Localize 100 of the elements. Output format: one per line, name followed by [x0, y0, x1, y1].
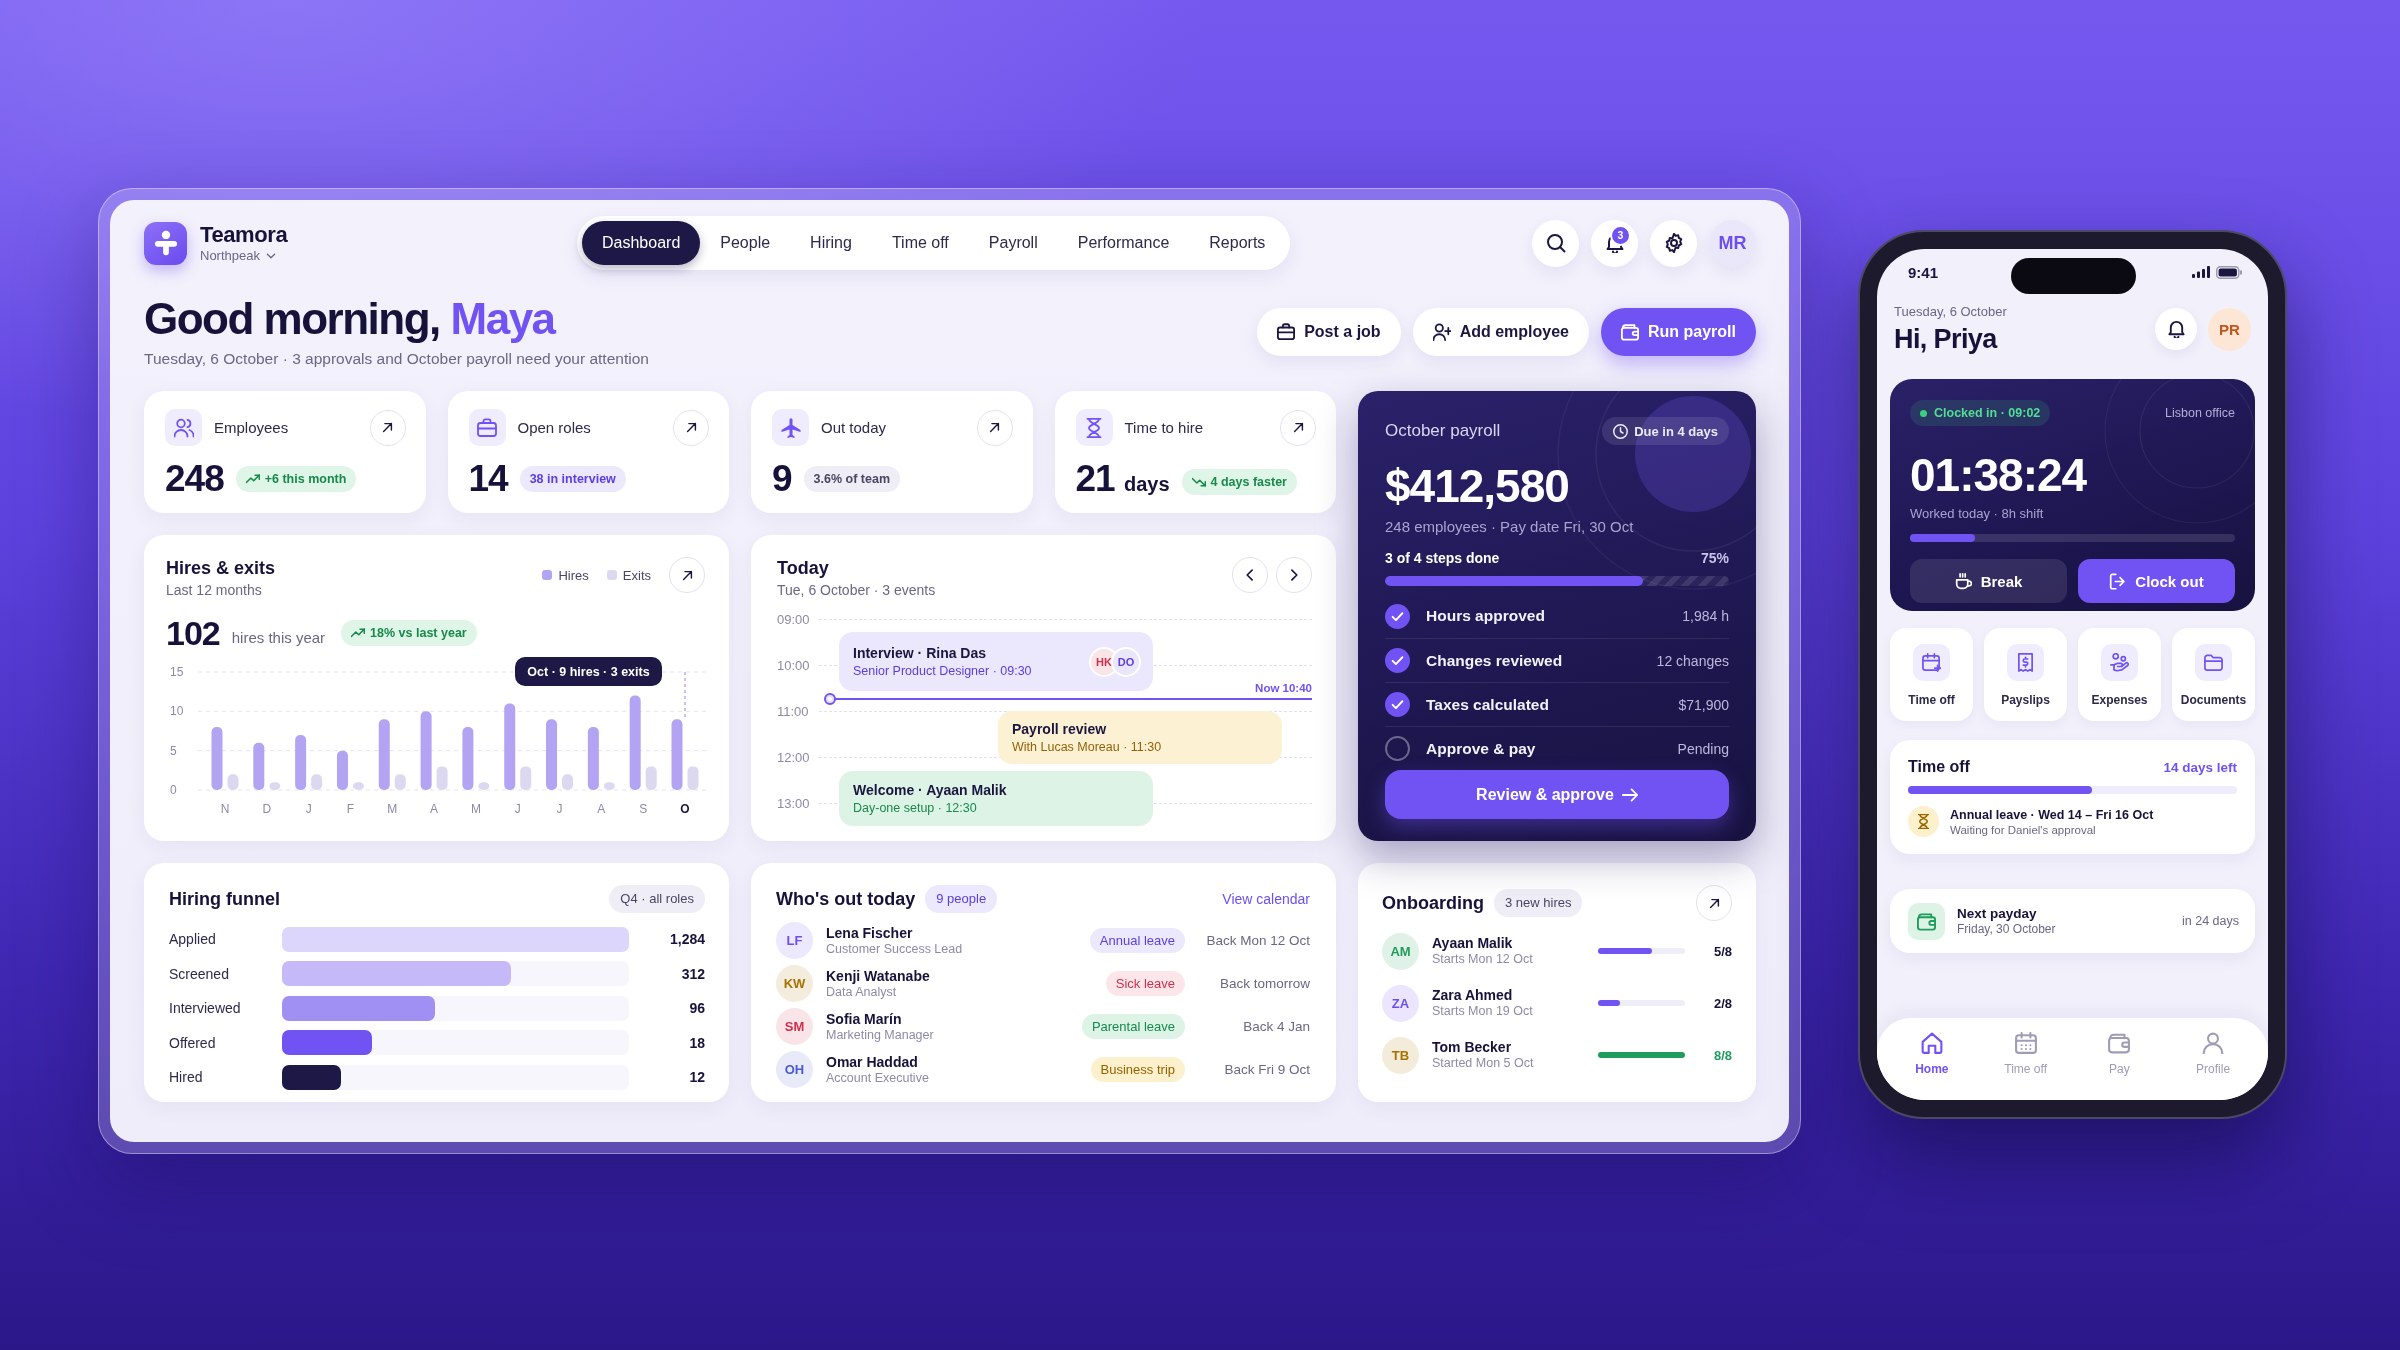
- return-date: Back tomorrow: [1218, 976, 1310, 991]
- step-label: Taxes calculated: [1426, 695, 1549, 714]
- calendar-event[interactable]: Interview · Rina Das Senior Product Designer · 09:30 HK DO: [839, 632, 1153, 691]
- chart-bar: [295, 734, 307, 790]
- stage-label: Applied: [169, 931, 217, 948]
- user-avatar[interactable]: MR: [1709, 219, 1756, 267]
- action-button[interactable]: Add employee: [1412, 307, 1589, 356]
- step-value: 1,984 h: [1682, 608, 1729, 624]
- tab-item[interactable]: Home: [1885, 1018, 1979, 1100]
- view-calendar-link[interactable]: View calendar: [1222, 891, 1310, 907]
- payday-date: Friday, 30 October: [1957, 922, 2056, 937]
- stage-count: 1,284: [668, 931, 705, 948]
- cup-icon: [1954, 572, 1972, 590]
- search-button[interactable]: [1532, 219, 1579, 267]
- shortcut-tile[interactable]: Time off: [1890, 628, 1973, 721]
- hires-total-label: hires this year: [231, 627, 326, 646]
- arrow-up-right-icon: [988, 421, 1001, 434]
- chart-bar: [546, 719, 558, 790]
- location-label: Lisbon office: [2165, 406, 2235, 420]
- stage-label: Interviewed: [169, 1000, 242, 1017]
- time-label: 11:00: [777, 703, 810, 719]
- notifications-button[interactable]: 3: [1591, 219, 1638, 267]
- axis-label: O: [680, 802, 690, 816]
- axis-label: 5: [170, 743, 177, 758]
- event-title: Welcome · Ayaan Malik: [853, 781, 1007, 799]
- open-button[interactable]: [669, 557, 705, 593]
- clock-button[interactable]: Clock out: [2078, 559, 2235, 603]
- axis-label: D: [262, 802, 272, 816]
- greeting-heading: Hi, Priya: [1894, 323, 1999, 355]
- shortcut-tile[interactable]: Payslips: [1984, 628, 2067, 721]
- axis-label: 10: [170, 704, 184, 719]
- progress-count: 2/8: [1712, 995, 1732, 1011]
- stage-count: 312: [680, 965, 705, 982]
- request-status: Waiting for Daniel's approval: [1950, 822, 2097, 837]
- kpi-value: 9: [772, 459, 792, 499]
- shortcut-tile[interactable]: Expenses: [2078, 628, 2161, 721]
- person-name: Kenji Watanabe: [826, 967, 931, 985]
- chart-bar: [253, 742, 265, 790]
- open-button[interactable]: [1696, 885, 1732, 921]
- trend-up-icon: [351, 626, 366, 640]
- step-value: 12 changes: [1656, 652, 1729, 669]
- elapsed-timer: 01:38:24: [1910, 452, 2088, 498]
- payday-countdown: in 24 days: [2182, 914, 2239, 928]
- nav-tab[interactable]: Dashboard: [582, 221, 701, 265]
- start-date: Starts Mon 19 Oct: [1432, 1004, 1534, 1019]
- axis-label: M: [470, 802, 481, 816]
- kpi-label: Employees: [214, 419, 289, 436]
- time-label: 10:00: [777, 657, 811, 673]
- event-title: Interview · Rina Das: [853, 644, 988, 662]
- nav-tab[interactable]: Reports: [1189, 221, 1286, 265]
- notification-count: 3: [1610, 224, 1631, 246]
- time-label: 09:00: [777, 611, 811, 627]
- shortcut-tile[interactable]: Documents: [2172, 628, 2255, 721]
- calendar-event[interactable]: Payroll review With Lucas Moreau · 11:30: [998, 711, 1282, 764]
- greeting-subtitle: Tuesday, 6 October · 3 approvals and October payroll need your attention: [144, 349, 649, 368]
- calendar-icon: [2014, 1032, 2037, 1054]
- filter-pill[interactable]: Q4 · all roles: [609, 885, 705, 913]
- chart-tooltip: Oct · 9 hires · 3 exits: [515, 657, 686, 720]
- axis-label: N: [220, 802, 230, 816]
- settings-button[interactable]: [1650, 219, 1697, 267]
- logout-icon: [2109, 572, 2127, 590]
- nav-tab[interactable]: Payroll: [968, 221, 1058, 265]
- avatar: AM: [1382, 932, 1419, 970]
- nav-tab[interactable]: Time off: [871, 221, 969, 265]
- leave-tag: Parental leave: [1081, 1014, 1185, 1039]
- event-detail: Senior Product Designer · 09:30: [853, 662, 1032, 679]
- nav-tab[interactable]: Performance: [1057, 221, 1190, 265]
- open-button[interactable]: [1280, 409, 1316, 446]
- notifications-button[interactable]: [2155, 307, 2197, 350]
- home-icon: [1920, 1032, 1943, 1054]
- chart-bar: [211, 727, 223, 790]
- review-button[interactable]: Review & approve: [1385, 770, 1729, 819]
- previous-button[interactable]: [1232, 557, 1268, 593]
- calendar-event[interactable]: Welcome · Ayaan Malik Day-one setup · 12:30: [839, 771, 1153, 826]
- card-title: Time off: [1908, 758, 1970, 776]
- badge-text: 4 days faster: [1210, 474, 1287, 489]
- action-button[interactable]: Post a job: [1257, 307, 1401, 356]
- legend-label: Hires: [558, 567, 589, 583]
- nav-tab[interactable]: Hiring: [790, 221, 872, 265]
- event-detail: With Lucas Moreau · 11:30: [1012, 738, 1162, 755]
- leave-tag: Business trip: [1090, 1057, 1185, 1082]
- stage-count: 12: [688, 1069, 705, 1086]
- battery-icon: [2216, 265, 2242, 279]
- workspace-switcher[interactable]: Northpeak: [200, 247, 277, 264]
- clock-button[interactable]: Break: [1910, 559, 2067, 603]
- chart-bar: [671, 719, 683, 790]
- open-button[interactable]: [673, 409, 709, 446]
- action-button[interactable]: Run payroll: [1601, 307, 1756, 356]
- attendee-avatar: DO: [1111, 646, 1141, 677]
- open-button[interactable]: [369, 409, 406, 446]
- user-avatar[interactable]: PR: [2208, 307, 2251, 351]
- axis-label: 0: [170, 783, 177, 797]
- axis-label: J: [305, 802, 312, 816]
- person-name: Omar Haddad: [826, 1053, 919, 1071]
- return-date: Back 4 Jan: [1242, 1019, 1310, 1034]
- person-name: Lena Fischer: [826, 924, 914, 942]
- axis-label: S: [639, 802, 648, 816]
- next-button[interactable]: [1276, 557, 1312, 593]
- open-button[interactable]: [976, 409, 1013, 446]
- nav-tab[interactable]: People: [700, 221, 791, 265]
